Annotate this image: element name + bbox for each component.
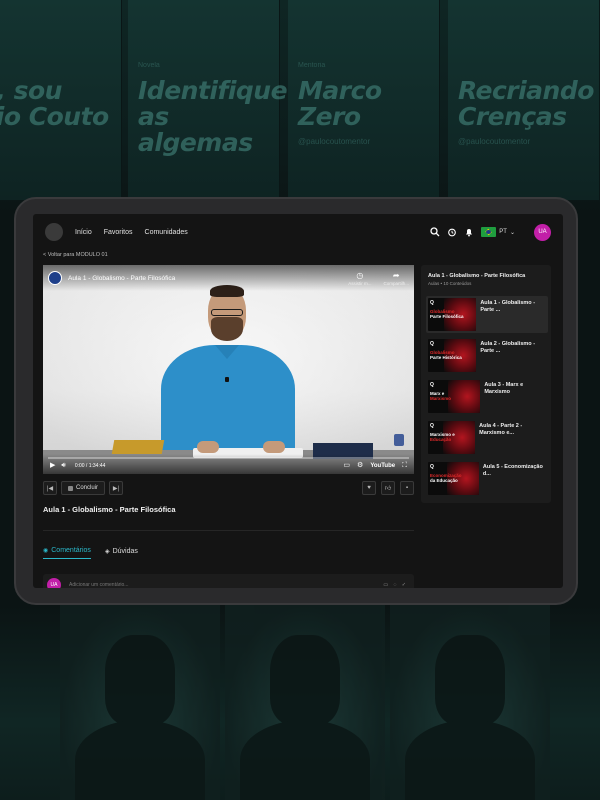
brazil-flag-icon	[481, 227, 497, 237]
search-icon: Q	[430, 300, 434, 306]
lesson-thumbnail: Q Marxismo e Educação	[428, 421, 476, 454]
settings-icon[interactable]: ⚙	[357, 461, 363, 471]
lesson-sidebar: Aula 1 - Globalismo - Parte Filosófica A…	[421, 265, 551, 503]
avatar: UA	[47, 578, 61, 588]
video-time: 0:00 / 1:34:44	[74, 463, 106, 469]
lesson-name: Aula 5 - Economização d...	[482, 464, 543, 477]
search-icon: Q	[430, 382, 434, 388]
video-title[interactable]: Aula 1 - Globalismo - Parte Filosófica	[68, 275, 175, 282]
like-icon[interactable]: 👍︎	[381, 481, 395, 495]
poster-title: Identifique as algemas	[138, 76, 288, 157]
clock-icon: ◷	[356, 270, 364, 280]
photo	[60, 605, 220, 800]
question-icon: ◈	[104, 548, 110, 555]
fullscreen-icon[interactable]: ⛶	[402, 461, 407, 471]
captions-icon[interactable]: ▭	[343, 461, 350, 471]
poster-title: a, sou vio Couto	[0, 76, 109, 131]
lesson-thumbnail: Q Economização da Educação	[428, 462, 479, 495]
comment-toolbar-icons[interactable]: ▭ ◌ ✓	[383, 582, 408, 588]
lesson-thumbnail: Q Marx e Marxismo	[428, 380, 481, 413]
channel-watermark-icon[interactable]	[394, 434, 404, 446]
poster: a, sou vio Couto	[0, 0, 122, 200]
poster-title: Recriando Crenças	[458, 76, 594, 131]
poster: Mentoria Marco Zero @paulocoutomentor	[288, 0, 440, 200]
video-frame-person	[161, 345, 295, 455]
comment-input[interactable]: Adicionar um comentário...	[69, 582, 128, 588]
search-icon[interactable]	[430, 227, 440, 237]
favorite-heart-icon[interactable]: ♥	[362, 481, 376, 495]
sidebar-title: Aula 1 - Globalismo - Parte Filosófica	[428, 273, 526, 279]
video-controls: ▶ 🔊︎ 0:00 / 1:34:44 ▭ ⚙ YouTube ⛶	[50, 461, 407, 471]
language-selector[interactable]: PT ⌄	[481, 227, 515, 237]
photo	[390, 605, 550, 800]
play-icon[interactable]: ▶	[50, 461, 55, 471]
search-icon: Q	[430, 423, 434, 429]
divider	[43, 530, 414, 531]
lesson-item[interactable]: Q Economização da Educação Aula 5 - Econ…	[426, 460, 548, 497]
background-photos	[0, 605, 600, 800]
nav-favorites[interactable]: Favoritos	[104, 229, 133, 236]
youtube-logo[interactable]: YouTube	[370, 463, 395, 469]
back-link[interactable]: < Voltar para MODULO 01	[43, 252, 108, 258]
app-screen: Início Favoritos Comunidades PT ⌄ UA < V…	[33, 214, 563, 588]
search-icon: Q	[430, 464, 434, 470]
comment-box[interactable]: UA Adicionar um comentário... ▭ ◌ ✓	[43, 574, 414, 588]
search-icon: Q	[430, 341, 434, 347]
poster: Recriando Crenças @paulocoutomentor	[448, 0, 600, 200]
poster: Novela Identifique as algemas	[128, 0, 288, 200]
logo[interactable]	[45, 223, 63, 241]
channel-icon[interactable]	[48, 271, 62, 285]
tab-comments[interactable]: ◉ Comentários	[43, 547, 91, 559]
lesson-name: Aula 2 - Globalismo - Parte ...	[480, 341, 536, 354]
volume-icon[interactable]: 🔊︎	[61, 461, 65, 471]
lesson-name: Aula 3 - Marx e Marxismo	[484, 382, 524, 395]
nav-home[interactable]: Início	[75, 229, 92, 236]
share-icon: ➦	[392, 270, 400, 280]
lesson-item[interactable]: Q Globalismo Parte Histórica Aula 2 - Gl…	[426, 337, 548, 374]
comment-icon[interactable]: ▪	[400, 481, 414, 495]
tabs: ◉ Comentários ◈ Dúvidas	[43, 547, 138, 559]
checkbox-icon	[68, 485, 73, 491]
lesson-title: Aula 1 - Globalismo - Parte Filosófica	[43, 505, 176, 514]
video-header: Aula 1 - Globalismo - Parte Filosófica ◷…	[43, 265, 414, 291]
bell-icon[interactable]	[464, 227, 474, 237]
lesson-controls: |◀ Concluir ▶| ♥ 👍︎ ▪	[43, 480, 414, 496]
watch-later-button[interactable]: ◷ Assistir m...	[348, 271, 371, 286]
conclude-button[interactable]: Concluir	[61, 481, 106, 495]
top-nav: Início Favoritos Comunidades PT ⌄ UA	[33, 214, 563, 250]
previous-lesson-button[interactable]: |◀	[43, 481, 57, 495]
avatar[interactable]: UA	[534, 223, 551, 241]
poster-title: Marco Zero	[298, 76, 382, 131]
tab-questions[interactable]: ◈ Dúvidas	[105, 547, 138, 559]
share-button[interactable]: ➦ Compartilh...	[383, 271, 409, 286]
chevron-down-icon: ⌄	[509, 229, 515, 236]
chat-icon: ◉	[43, 548, 49, 554]
lesson-item[interactable]: Q Globalismo Parte Filosófica Aula 1 - G…	[426, 296, 548, 333]
lesson-name: Aula 4 - Parte 2 - Marxismo e...	[479, 423, 523, 436]
alarm-icon[interactable]	[447, 227, 457, 237]
lesson-item[interactable]: Q Marx e Marxismo Aula 3 - Marx e Marxis…	[426, 378, 548, 415]
video-progress-bar[interactable]	[48, 457, 409, 459]
lesson-item[interactable]: Q Marxismo e Educação Aula 4 - Parte 2 -…	[426, 419, 548, 456]
photo	[225, 605, 385, 800]
sidebar-subtitle: Aulas • 10 Conteúdos	[428, 281, 472, 286]
video-player[interactable]: Aula 1 - Globalismo - Parte Filosófica ◷…	[43, 265, 414, 474]
next-lesson-button[interactable]: ▶|	[109, 481, 124, 495]
lesson-name: Aula 1 - Globalismo - Parte ...	[480, 300, 536, 313]
lesson-thumbnail: Q Globalismo Parte Histórica	[428, 339, 477, 372]
lesson-thumbnail: Q Globalismo Parte Filosófica	[428, 298, 477, 331]
background-posters: a, sou vio Couto Novela Identifique as a…	[0, 0, 600, 215]
nav-communities[interactable]: Comunidades	[145, 229, 188, 236]
